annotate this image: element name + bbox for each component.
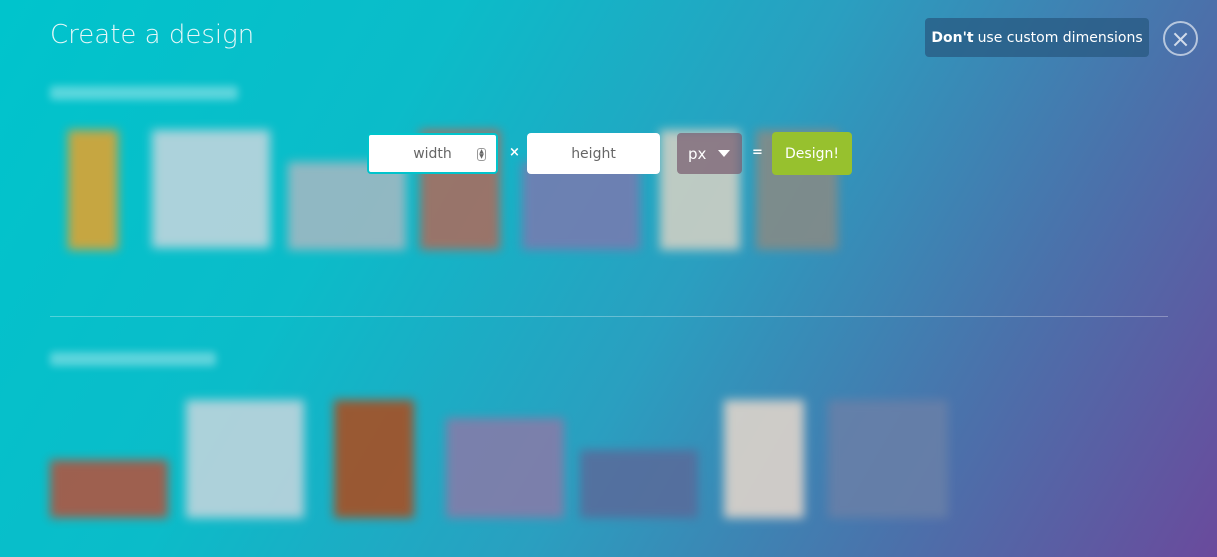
height-placeholder: height bbox=[571, 145, 616, 162]
dont-use-custom-dimensions-button[interactable]: Don't use custom dimensions bbox=[925, 18, 1149, 57]
width-placeholder: width bbox=[413, 145, 452, 162]
height-input[interactable]: height bbox=[527, 133, 660, 174]
width-input[interactable]: width ▲ ▼ bbox=[367, 133, 498, 174]
times-sign: × bbox=[509, 145, 520, 160]
section-divider bbox=[50, 316, 1168, 317]
unit-value: px bbox=[688, 144, 707, 163]
page-title: Create a design bbox=[50, 20, 255, 50]
close-icon: × bbox=[1170, 24, 1191, 53]
stepper-icon[interactable]: ▲ ▼ bbox=[477, 148, 486, 161]
close-button[interactable]: × bbox=[1163, 21, 1198, 56]
dont-label: Don't bbox=[931, 29, 974, 46]
unit-select[interactable]: px bbox=[677, 133, 742, 174]
equals-sign: = bbox=[752, 145, 763, 160]
toggle-label: use custom dimensions bbox=[977, 29, 1143, 46]
chevron-down-icon bbox=[718, 150, 730, 157]
design-button[interactable]: Design! bbox=[772, 132, 852, 175]
